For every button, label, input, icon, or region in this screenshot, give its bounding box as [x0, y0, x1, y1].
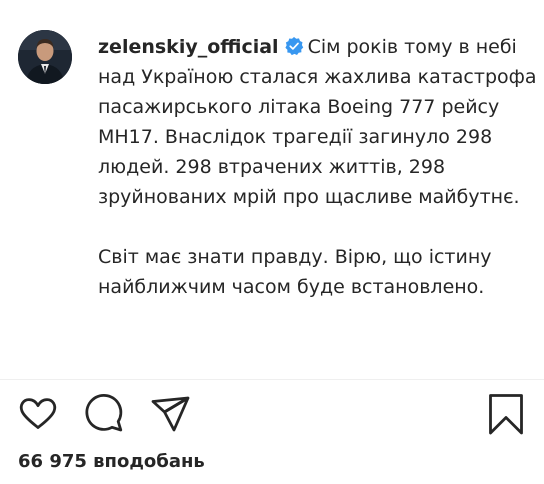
- verified-badge-icon: [284, 35, 304, 56]
- comment-button[interactable]: [82, 392, 126, 436]
- caption-paragraph-2: Світ має знати правду. Вірю, що істину н…: [98, 246, 498, 298]
- like-button[interactable]: [16, 392, 60, 436]
- bookmark-icon: [489, 394, 523, 435]
- comment-icon: [85, 394, 123, 432]
- avatar[interactable]: [18, 30, 72, 84]
- save-button[interactable]: [484, 392, 528, 436]
- caption-text: zelenskiy_official Сім років тому в небі …: [98, 32, 538, 302]
- divider: [0, 379, 544, 380]
- likes-count[interactable]: 66 975 вподобань: [18, 451, 205, 472]
- username-link[interactable]: zelenskiy_official: [98, 36, 279, 58]
- avatar-photo: [18, 30, 72, 84]
- instagram-post: zelenskiy_official Сім років тому в небі …: [0, 0, 544, 484]
- caption-paragraph-1: Сім років тому в небі над Україною стала…: [98, 36, 543, 208]
- post-actions-bar: [0, 392, 544, 436]
- paper-plane-icon: [151, 396, 190, 432]
- share-button[interactable]: [148, 392, 192, 436]
- heart-icon: [19, 398, 57, 429]
